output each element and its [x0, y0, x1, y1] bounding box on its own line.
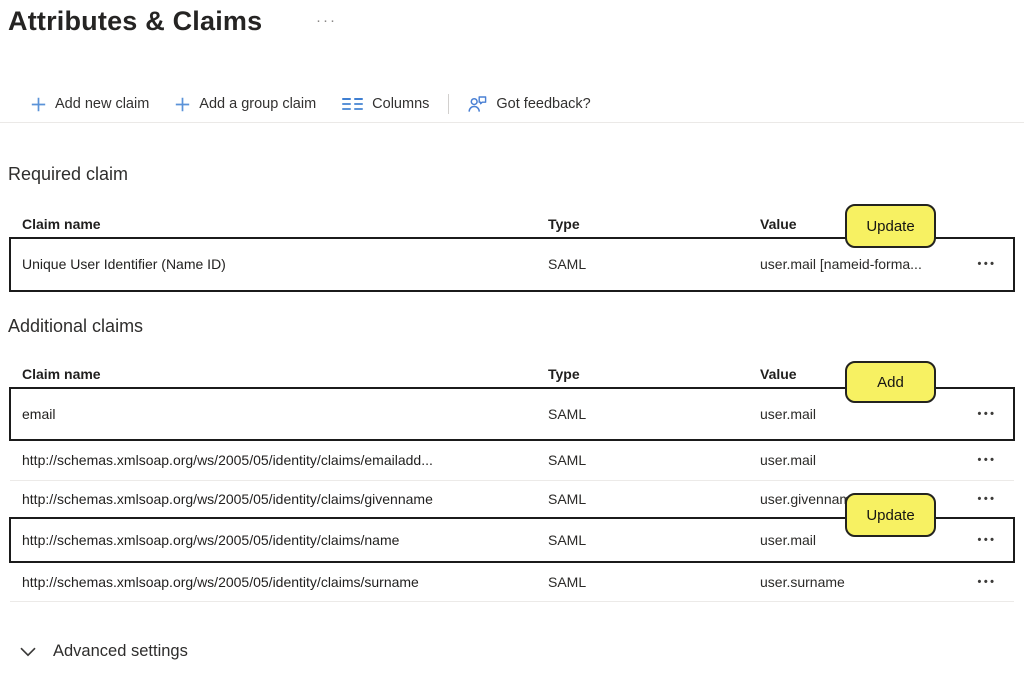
- claim-value-cell: user.surname: [760, 574, 958, 590]
- row-ellipsis-menu-icon[interactable]: •••: [969, 254, 1002, 274]
- column-header-type: Type: [548, 366, 760, 382]
- table-row-surname[interactable]: http://schemas.xmlsoap.org/ws/2005/05/id…: [10, 562, 1014, 602]
- got-feedback-label: Got feedback?: [496, 96, 590, 112]
- annotation-callout-add-email: Add: [845, 361, 936, 403]
- row-ellipsis-menu-icon[interactable]: •••: [969, 450, 1002, 470]
- claim-value-cell: user.mail: [760, 452, 958, 468]
- claim-type-cell: SAML: [548, 532, 760, 548]
- column-header-type: Type: [548, 216, 760, 232]
- add-new-claim-label: Add new claim: [55, 96, 149, 112]
- claim-name-cell[interactable]: http://schemas.xmlsoap.org/ws/2005/05/id…: [22, 491, 548, 507]
- add-group-claim-label: Add a group claim: [199, 96, 316, 112]
- command-bar: Add new claim Add a group claim Columns: [0, 86, 1024, 123]
- advanced-settings-toggle[interactable]: Advanced settings: [20, 642, 188, 661]
- claim-name-cell[interactable]: http://schemas.xmlsoap.org/ws/2005/05/id…: [22, 574, 548, 590]
- page-title: Attributes & Claims: [8, 6, 262, 37]
- annotation-callout-update-name: Update: [845, 493, 936, 537]
- columns-label: Columns: [372, 96, 429, 112]
- claim-type-cell: SAML: [548, 406, 760, 422]
- claim-type-cell: SAML: [548, 256, 760, 272]
- claim-type-cell: SAML: [548, 574, 760, 590]
- claim-name-cell[interactable]: http://schemas.xmlsoap.org/ws/2005/05/id…: [22, 452, 548, 468]
- annotation-callout-update-required: Update: [845, 204, 936, 248]
- column-header-claim-name: Claim name: [22, 366, 548, 382]
- claim-type-cell: SAML: [548, 452, 760, 468]
- claim-value-cell: user.mail [nameid-forma...: [760, 256, 958, 272]
- feedback-person-icon: [468, 96, 487, 113]
- plus-icon: [175, 97, 190, 112]
- additional-claims-heading: Additional claims: [8, 316, 143, 337]
- claim-name-cell[interactable]: http://schemas.xmlsoap.org/ws/2005/05/id…: [22, 532, 548, 548]
- table-row-emailaddress[interactable]: http://schemas.xmlsoap.org/ws/2005/05/id…: [10, 440, 1014, 481]
- row-ellipsis-menu-icon[interactable]: •••: [969, 489, 1002, 509]
- plus-icon: [31, 97, 46, 112]
- row-ellipsis-menu-icon[interactable]: •••: [969, 404, 1002, 424]
- advanced-settings-label: Advanced settings: [53, 642, 188, 661]
- chevron-down-icon: [20, 647, 36, 657]
- claim-name-cell[interactable]: Unique User Identifier (Name ID): [22, 256, 548, 272]
- row-ellipsis-menu-icon[interactable]: •••: [969, 572, 1002, 592]
- claim-name-cell[interactable]: email: [22, 406, 548, 422]
- claim-value-cell: user.mail: [760, 406, 958, 422]
- add-new-claim-button[interactable]: Add new claim: [18, 90, 162, 118]
- attributes-claims-page: Attributes & Claims ··· Add new claim Ad…: [0, 0, 1024, 673]
- more-options-button[interactable]: ···: [316, 12, 337, 29]
- columns-button[interactable]: Columns: [329, 90, 442, 118]
- claim-type-cell: SAML: [548, 491, 760, 507]
- got-feedback-button[interactable]: Got feedback?: [455, 90, 603, 119]
- toolbar-divider: [448, 94, 449, 114]
- add-group-claim-button[interactable]: Add a group claim: [162, 90, 329, 118]
- required-claim-heading: Required claim: [8, 164, 128, 185]
- row-ellipsis-menu-icon[interactable]: •••: [969, 530, 1002, 550]
- column-header-claim-name: Claim name: [22, 216, 548, 232]
- columns-icon: [342, 98, 363, 111]
